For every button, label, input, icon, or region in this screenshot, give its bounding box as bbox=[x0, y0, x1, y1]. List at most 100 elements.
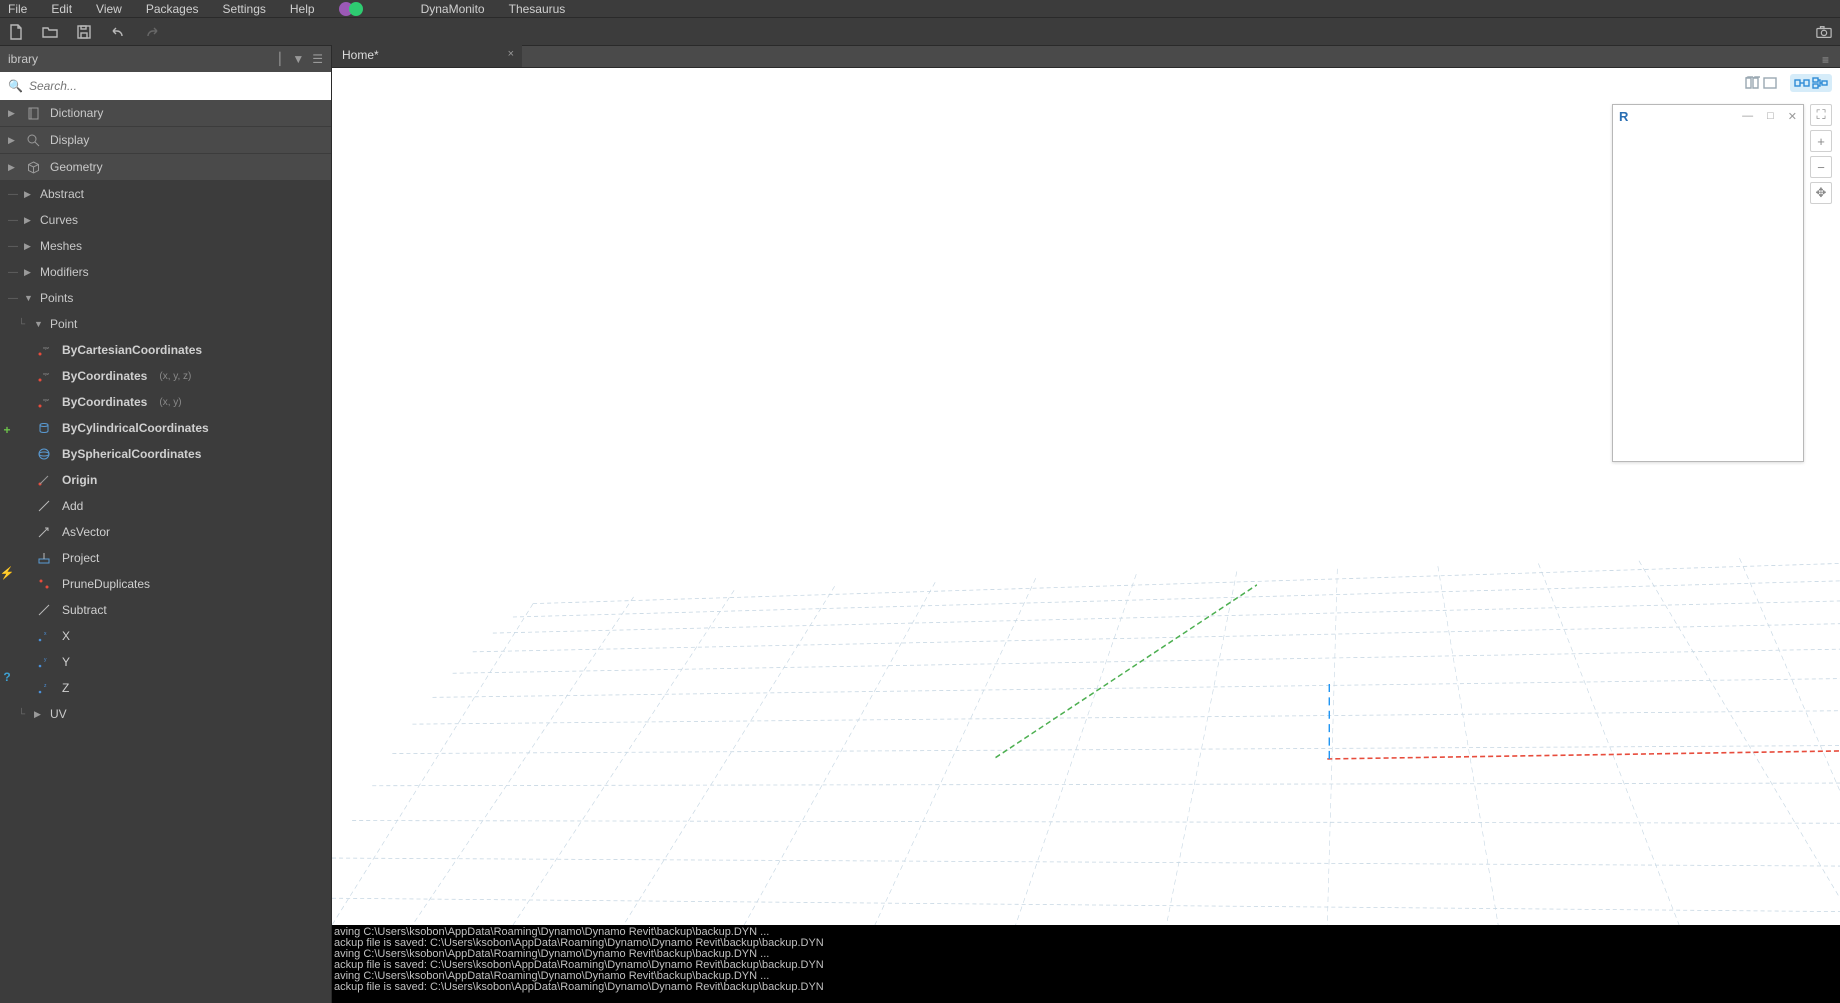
plugin-dynamonito[interactable]: DynaMonito bbox=[421, 2, 485, 16]
category-geometry[interactable]: ▶ Geometry bbox=[0, 154, 331, 181]
zoom-in-button[interactable]: + bbox=[1810, 130, 1832, 152]
node-label: X bbox=[62, 629, 70, 643]
svg-text:xyz: xyz bbox=[43, 397, 49, 402]
book-icon bbox=[26, 107, 40, 120]
node-hint: (x, y) bbox=[159, 397, 181, 408]
sub-uv[interactable]: └▶UV bbox=[0, 701, 331, 727]
toolbar bbox=[0, 18, 1840, 46]
tab-menu-icon[interactable]: ≡ bbox=[1822, 53, 1840, 67]
node-asvector[interactable]: AsVector bbox=[0, 519, 331, 545]
node-label: Z bbox=[62, 681, 69, 695]
sub-point[interactable]: └▼Point bbox=[0, 311, 331, 337]
menu-file[interactable]: File bbox=[8, 2, 27, 16]
category-display[interactable]: ▶ Display bbox=[0, 127, 331, 154]
sub-curves[interactable]: —▶Curves bbox=[0, 207, 331, 233]
zoom-out-button[interactable]: − bbox=[1810, 156, 1832, 178]
nav-cluster: ⛶ + − ✥ bbox=[1810, 104, 1834, 204]
node-label: ByCoordinates bbox=[62, 395, 147, 409]
view-mode-graph[interactable] bbox=[1790, 74, 1832, 92]
camera-icon[interactable] bbox=[1816, 24, 1832, 40]
xyz-icon: xyz bbox=[36, 369, 52, 383]
library-body: ▶ Dictionary ▶ Display ▶ Geometry —▶Abst… bbox=[0, 100, 331, 1003]
node-subtract[interactable]: Subtract bbox=[0, 597, 331, 623]
category-label: Display bbox=[50, 133, 89, 147]
project-icon bbox=[36, 551, 52, 565]
node-x[interactable]: xX bbox=[0, 623, 331, 649]
node-label: PruneDuplicates bbox=[62, 577, 150, 591]
node-bycylindricalcoordinates[interactable]: ByCylindricalCoordinates bbox=[0, 415, 331, 441]
axis-x-icon: x bbox=[36, 629, 52, 643]
pan-button[interactable]: ✥ bbox=[1810, 182, 1832, 204]
search-input[interactable] bbox=[29, 79, 323, 93]
close-icon[interactable]: ✕ bbox=[1788, 110, 1797, 123]
node-label: Subtract bbox=[62, 603, 107, 617]
sub-meshes[interactable]: —▶Meshes bbox=[0, 233, 331, 259]
line-icon bbox=[36, 499, 52, 513]
node-origin[interactable]: Origin bbox=[0, 467, 331, 493]
status-badges bbox=[339, 2, 363, 16]
graph-view-icon bbox=[1794, 76, 1810, 90]
plugin-thesaurus[interactable]: Thesaurus bbox=[509, 2, 566, 16]
node-label: ByCoordinates bbox=[62, 369, 147, 383]
open-file-icon[interactable] bbox=[42, 24, 58, 40]
origin-icon bbox=[36, 473, 52, 487]
node-bysphericalcoordinates[interactable]: BySphericalCoordinates bbox=[0, 441, 331, 467]
node-bycoordinates[interactable]: xyzByCoordinates(x, y, z) bbox=[0, 363, 331, 389]
tabbar: Home* × ≡ bbox=[332, 46, 1840, 68]
canvas-3d[interactable]: ⛶ + − ✥ R — □ ✕ bbox=[332, 68, 1840, 925]
panel-titlebar: R — □ ✕ bbox=[1613, 105, 1803, 127]
library-header: ibrary ⎪ ▼ ☰ bbox=[0, 46, 331, 72]
node-label: ByCylindricalCoordinates bbox=[62, 421, 209, 435]
category-dictionary[interactable]: ▶ Dictionary bbox=[0, 100, 331, 127]
filter-icon[interactable]: ⎪ bbox=[275, 52, 284, 66]
node-bycoordinates[interactable]: xyz ByCoordinates (x, y) bbox=[0, 389, 331, 415]
search-icon: 🔍 bbox=[8, 79, 23, 93]
new-file-icon[interactable] bbox=[8, 24, 24, 40]
node-add[interactable]: Add bbox=[0, 493, 331, 519]
undo-icon[interactable] bbox=[110, 24, 126, 40]
node-label: Origin bbox=[62, 473, 97, 487]
library-title: ibrary bbox=[8, 52, 38, 66]
minimize-icon[interactable]: — bbox=[1742, 110, 1753, 123]
main-split: ibrary ⎪ ▼ ☰ 🔍 ▶ Dictionary ▶ Display bbox=[0, 46, 1840, 1003]
sort-icon[interactable]: ▼ bbox=[292, 52, 304, 66]
menu-edit[interactable]: Edit bbox=[51, 2, 72, 16]
geometry-preview-icon-2 bbox=[1762, 76, 1778, 90]
svg-text:x: x bbox=[44, 631, 47, 637]
sph-icon bbox=[36, 447, 52, 461]
view-toggles bbox=[1740, 74, 1832, 92]
sub-abstract[interactable]: —▶Abstract bbox=[0, 181, 331, 207]
tab-home[interactable]: Home* × bbox=[332, 45, 522, 67]
node-z[interactable]: zZ bbox=[0, 675, 331, 701]
tab-close-icon[interactable]: × bbox=[508, 48, 514, 60]
vector-icon bbox=[36, 525, 52, 539]
maximize-icon[interactable]: □ bbox=[1767, 110, 1774, 123]
line-icon bbox=[36, 603, 52, 617]
xyz-icon: xyz bbox=[36, 343, 52, 357]
save-file-icon[interactable] bbox=[76, 24, 92, 40]
sub-modifiers[interactable]: —▶Modifiers bbox=[0, 259, 331, 285]
node-y[interactable]: yY bbox=[0, 649, 331, 675]
view-mode-geometry[interactable] bbox=[1740, 74, 1782, 92]
menubar: File Edit View Packages Settings Help Dy… bbox=[0, 0, 1840, 18]
menu-packages[interactable]: Packages bbox=[146, 2, 199, 16]
library-search[interactable]: 🔍 bbox=[0, 72, 331, 100]
menu-help[interactable]: Help bbox=[290, 2, 315, 16]
sub-points[interactable]: —▼Points bbox=[0, 285, 331, 311]
menu-view[interactable]: View bbox=[96, 2, 122, 16]
svg-text:y: y bbox=[44, 657, 47, 663]
node-pruneduplicates[interactable]: PruneDuplicates bbox=[0, 571, 331, 597]
revit-preview-panel[interactable]: R — □ ✕ bbox=[1612, 104, 1804, 462]
node-bycartesiancoordinates[interactable]: xyzByCartesianCoordinates bbox=[0, 337, 331, 363]
workspace: Home* × ≡ bbox=[332, 46, 1840, 1003]
category-label: Geometry bbox=[50, 160, 103, 174]
svg-text:xyz: xyz bbox=[43, 345, 49, 350]
list-icon[interactable]: ☰ bbox=[312, 52, 323, 66]
node-project[interactable]: Project bbox=[0, 545, 331, 571]
menu-settings[interactable]: Settings bbox=[223, 2, 266, 16]
chevron-right-icon: ▶ bbox=[8, 135, 16, 146]
axis-z-icon: z bbox=[36, 681, 52, 695]
category-label: Dictionary bbox=[50, 106, 103, 120]
fit-view-button[interactable]: ⛶ bbox=[1810, 104, 1832, 126]
redo-icon[interactable] bbox=[144, 24, 160, 40]
